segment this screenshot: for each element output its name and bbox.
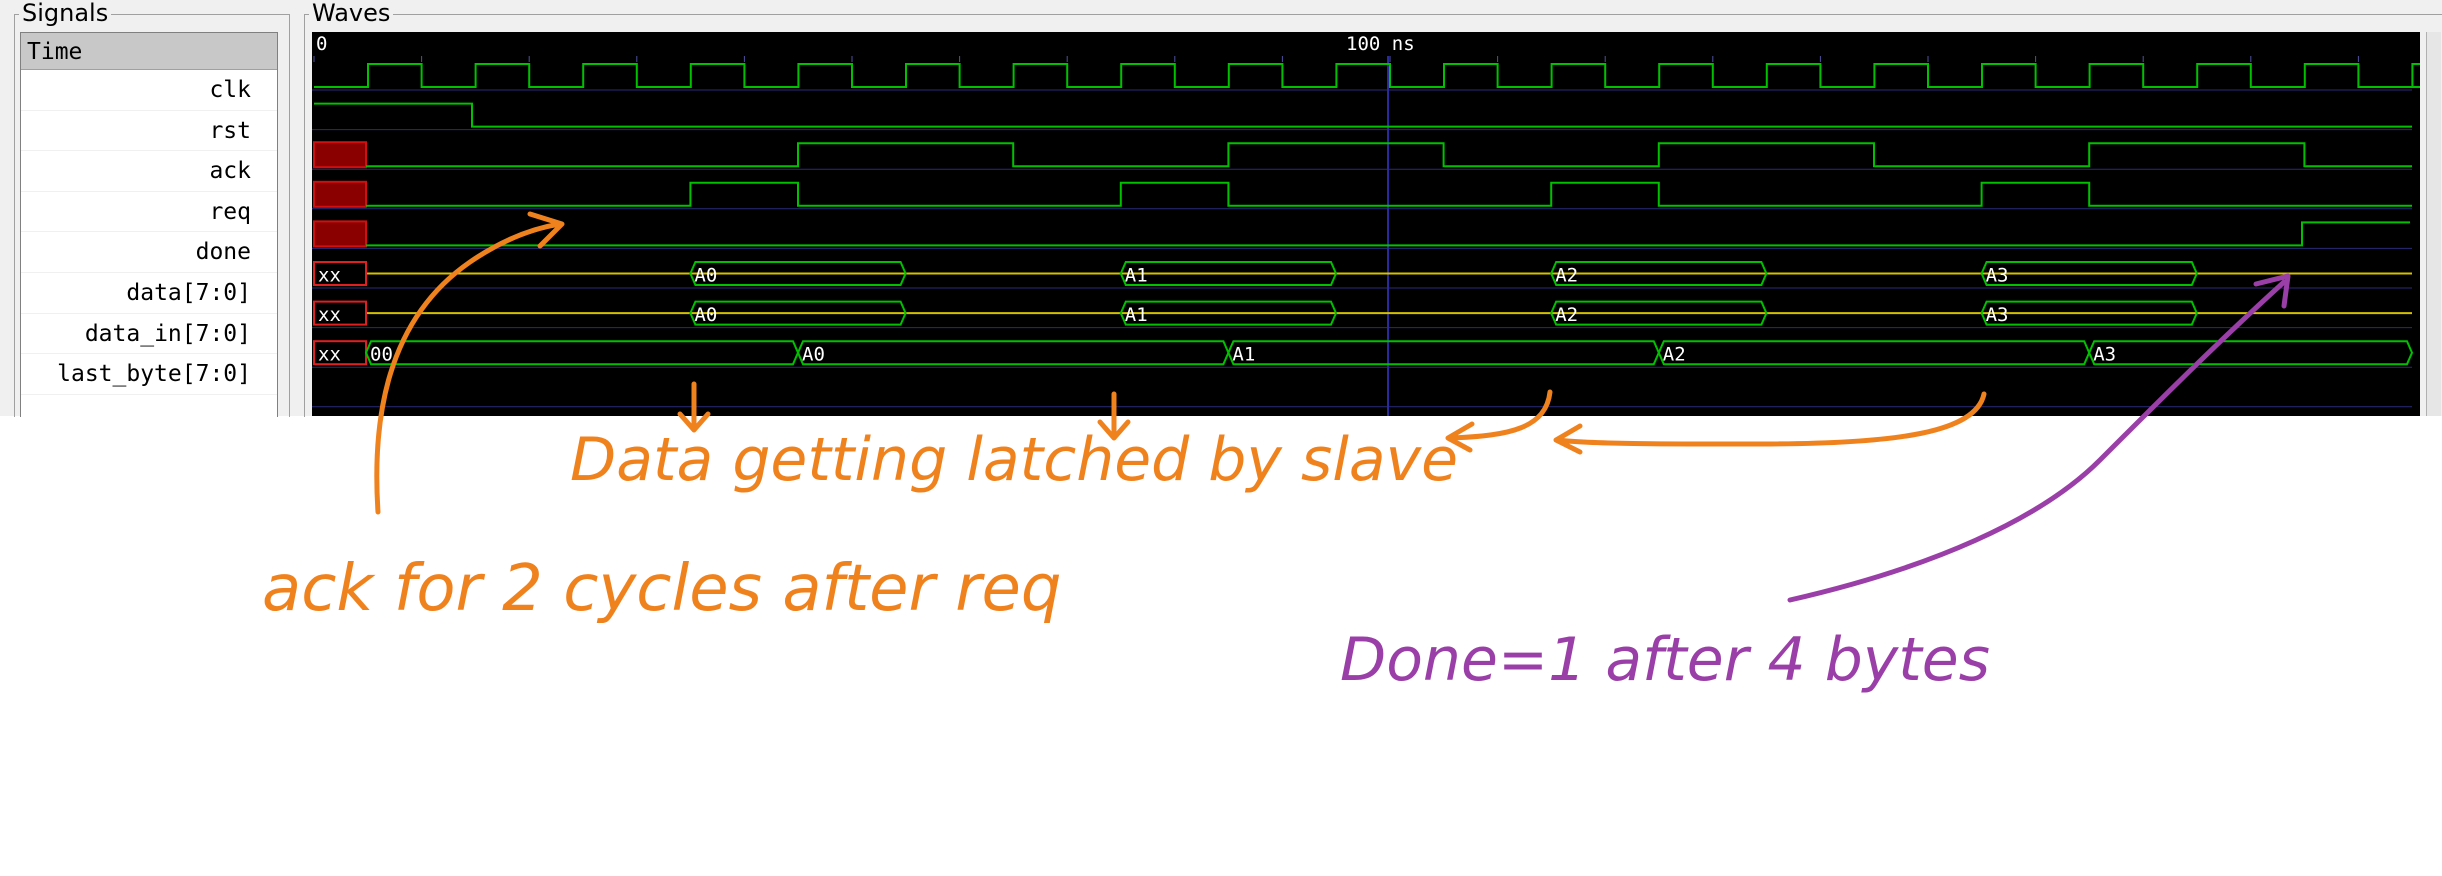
signal-row-data[interactable]: data[7:0] xyxy=(21,273,277,314)
last-byte-bus-value: A1 xyxy=(1232,344,1255,366)
rst-waveform xyxy=(314,102,2412,128)
last-byte-bus-value: A0 xyxy=(802,344,825,366)
signals-group-title: Signals xyxy=(19,1,112,25)
trace-layer xyxy=(313,63,2420,366)
waves-group-title: Waves xyxy=(309,1,394,25)
data-in-bus-value: A0 xyxy=(694,304,717,326)
last-byte-bus-segment xyxy=(2088,340,2414,366)
data-bus-value: A1 xyxy=(1125,265,1148,287)
bus-unknown-label: xx xyxy=(318,304,341,326)
data-in-bus-value: A3 xyxy=(1986,304,2009,326)
last-byte-bus-segment xyxy=(364,340,800,366)
data-bus-value: A2 xyxy=(1555,265,1578,287)
last-byte-bus-segment xyxy=(796,340,1230,366)
last-byte-bus-value: 00 xyxy=(370,344,393,366)
time-header[interactable]: Time xyxy=(21,33,277,70)
data-bus-value: A0 xyxy=(694,265,717,287)
signal-row-req[interactable]: req xyxy=(21,192,277,233)
bus-unknown-label: xx xyxy=(318,265,341,287)
bus-unknown-label: xx xyxy=(318,344,341,366)
unknown-marker xyxy=(313,180,367,208)
signal-row-ack[interactable]: ack xyxy=(21,151,277,192)
time-marker-label: 100 ns xyxy=(1346,33,1415,55)
unknown-marker xyxy=(313,141,367,169)
last-byte-bus-segment xyxy=(1227,340,1660,366)
ack-annotation: ack for 2 cycles after req xyxy=(262,552,1062,626)
signals-list[interactable]: Time clk rst ack req done data[7:0] data… xyxy=(20,32,278,417)
waveform-svg: 0 100 ns xx A0 A1 A2 A3 xx A0 A1 A2 A3 xx 00 A0 A1 A2 A… xyxy=(312,33,2420,416)
signal-row-rst[interactable]: rst xyxy=(21,111,277,152)
wave-canvas[interactable]: 0 100 ns xx A0 A1 A2 A3 xx A0 A1 A2 A3 xx 00 A0 A1 A2 A… xyxy=(312,32,2420,416)
data-in-bus-value: A1 xyxy=(1125,304,1148,326)
latch-annotation: Data getting latched by slave xyxy=(570,425,1458,495)
done-annotation: Done=1 after 4 bytes xyxy=(1340,625,1990,695)
signal-row-done[interactable]: done xyxy=(21,232,277,273)
vertical-scrollbar[interactable] xyxy=(2426,32,2441,416)
clk-waveform xyxy=(314,63,2420,88)
signal-row-data-in[interactable]: data_in[7:0] xyxy=(21,314,277,355)
data-bus-value: A3 xyxy=(1986,265,2009,287)
time-start-label: 0 xyxy=(316,33,327,55)
last-byte-bus-value: A3 xyxy=(2093,344,2116,366)
data-in-bus-value: A2 xyxy=(1555,304,1578,326)
last-byte-bus-value: A2 xyxy=(1663,344,1686,366)
last-byte-bus-segment xyxy=(1657,340,2091,366)
signal-row-last-byte[interactable]: last_byte[7:0] xyxy=(21,354,277,395)
unknown-marker xyxy=(313,220,367,248)
signal-row-clk[interactable]: clk xyxy=(21,70,277,111)
